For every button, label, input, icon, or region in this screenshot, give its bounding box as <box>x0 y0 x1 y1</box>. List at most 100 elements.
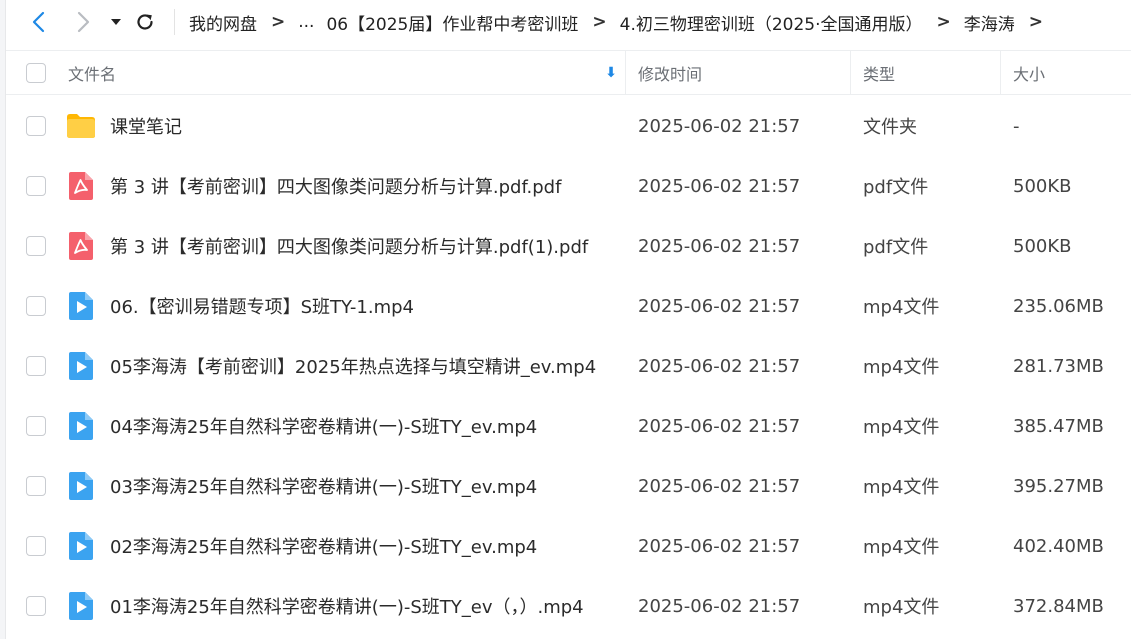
file-name[interactable]: 第 3 讲【考前密训】四大图像类问题分析与计算.pdf.pdf <box>110 173 561 199</box>
column-header-type[interactable]: 类型 <box>851 51 1001 94</box>
file-name[interactable]: 03李海涛25年自然科学密卷精讲(一)-S班TY_ev.mp4 <box>110 473 537 499</box>
column-header-name-label: 文件名 <box>68 64 117 84</box>
row-checkbox-cell <box>6 236 58 256</box>
row-checkbox[interactable] <box>26 176 46 196</box>
video-icon <box>64 349 98 383</box>
file-type: mp4文件 <box>863 537 940 558</box>
column-header-date[interactable]: 修改时间 <box>626 51 851 94</box>
breadcrumb-separator: > <box>936 12 951 32</box>
modified-date: 2025-06-02 21:57 <box>638 355 801 377</box>
file-name[interactable]: 第 3 讲【考前密训】四大图像类问题分析与计算.pdf(1).pdf <box>110 233 588 259</box>
file-size: 281.73MB <box>1013 355 1104 377</box>
modified-date: 2025-06-02 21:57 <box>638 295 801 317</box>
refresh-button[interactable] <box>130 2 160 42</box>
chevron-right-icon <box>77 11 90 33</box>
table-row[interactable]: 06.【密训易错题专项】S班TY-1.mp4 2025-06-02 21:57 mp… <box>6 276 1131 336</box>
chevron-left-icon <box>32 11 45 33</box>
file-name-cell: 03李海涛25年自然科学密卷精讲(一)-S班TY_ev.mp4 <box>58 469 626 503</box>
file-name[interactable]: 02李海涛25年自然科学密卷精讲(一)-S班TY_ev.mp4 <box>110 533 537 559</box>
row-checkbox[interactable] <box>26 296 46 316</box>
back-button[interactable] <box>18 2 58 42</box>
column-header-type-label: 类型 <box>863 64 896 84</box>
table-row[interactable]: 第 3 讲【考前密训】四大图像类问题分析与计算.pdf.pdf 2025-06-0… <box>6 156 1131 216</box>
modified-date: 2025-06-02 21:57 <box>638 475 801 497</box>
modified-date: 2025-06-02 21:57 <box>638 235 801 257</box>
file-name-cell: 02李海涛25年自然科学密卷精讲(一)-S班TY_ev.mp4 <box>58 529 626 563</box>
video-icon <box>64 529 98 563</box>
file-size: - <box>1013 115 1020 137</box>
toolbar: 我的网盘 > ... 06【2025届】作业帮中考密训班 > 4.初三物理密训班… <box>6 0 1131 44</box>
breadcrumb-item-course[interactable]: 06【2025届】作业帮中考密训班 <box>326 10 578 35</box>
breadcrumb-separator: > <box>271 12 286 32</box>
breadcrumb-item-ellipsis[interactable]: ... <box>298 12 314 32</box>
file-size: 500KB <box>1013 235 1072 257</box>
file-size: 402.40MB <box>1013 535 1104 557</box>
breadcrumb-separator: > <box>1028 12 1044 32</box>
file-name-cell: 第 3 讲【考前密训】四大图像类问题分析与计算.pdf(1).pdf <box>58 229 626 263</box>
select-all-checkbox[interactable] <box>26 62 46 83</box>
file-name-cell: 01李海涛25年自然科学密卷精讲(一)-S班TY_ev（，）.mp4 <box>58 589 626 623</box>
file-size: 500KB <box>1013 175 1072 197</box>
column-header-name[interactable]: 文件名 ⬇ <box>58 51 626 94</box>
file-name[interactable]: 课堂笔记 <box>110 113 182 139</box>
history-dropdown-button[interactable] <box>104 2 128 42</box>
table-row[interactable]: 03李海涛25年自然科学密卷精讲(一)-S班TY_ev.mp4 2025-06-0… <box>6 456 1131 516</box>
breadcrumb-item-class[interactable]: 4.初三物理密训班（2025·全国通用版） <box>620 10 923 35</box>
row-checkbox-cell <box>6 416 58 436</box>
table-header: 文件名 ⬇ 修改时间 类型 大小 <box>6 50 1131 95</box>
modified-date: 2025-06-02 21:57 <box>638 595 801 617</box>
file-name-cell: 课堂笔记 <box>58 109 626 143</box>
video-icon <box>64 409 98 443</box>
toolbar-divider <box>174 9 175 35</box>
file-size: 395.27MB <box>1013 475 1104 497</box>
pdf-icon <box>64 229 98 263</box>
file-type: mp4文件 <box>863 417 940 438</box>
video-icon <box>64 589 98 623</box>
file-name-cell: 05李海涛【考前密训】2025年热点选择与填空精讲_ev.mp4 <box>58 349 626 383</box>
row-checkbox[interactable] <box>26 476 46 496</box>
column-header-size-label: 大小 <box>1013 64 1046 84</box>
file-name[interactable]: 01李海涛25年自然科学密卷精讲(一)-S班TY_ev（，）.mp4 <box>110 593 584 619</box>
row-checkbox[interactable] <box>26 116 46 136</box>
table-row[interactable]: 02李海涛25年自然科学密卷精讲(一)-S班TY_ev.mp4 2025-06-0… <box>6 516 1131 576</box>
file-name[interactable]: 04李海涛25年自然科学密卷精讲(一)-S班TY_ev.mp4 <box>110 413 537 439</box>
row-checkbox[interactable] <box>26 356 46 376</box>
file-size: 385.47MB <box>1013 415 1104 437</box>
table-row[interactable]: 第 3 讲【考前密训】四大图像类问题分析与计算.pdf(1).pdf 2025-0… <box>6 216 1131 276</box>
row-checkbox[interactable] <box>26 536 46 556</box>
file-type: pdf文件 <box>863 237 929 258</box>
row-checkbox-cell <box>6 296 58 316</box>
refresh-icon <box>137 14 153 30</box>
file-type: mp4文件 <box>863 297 940 318</box>
breadcrumb-separator: > <box>592 12 607 32</box>
file-name[interactable]: 06.【密训易错题专项】S班TY-1.mp4 <box>110 293 414 319</box>
row-checkbox-cell <box>6 116 58 136</box>
file-name[interactable]: 05李海涛【考前密训】2025年热点选择与填空精讲_ev.mp4 <box>110 353 596 379</box>
breadcrumb-item-root[interactable]: 我的网盘 <box>189 10 257 35</box>
file-name-cell: 04李海涛25年自然科学密卷精讲(一)-S班TY_ev.mp4 <box>58 409 626 443</box>
pdf-icon <box>64 169 98 203</box>
row-checkbox[interactable] <box>26 236 46 256</box>
file-list: 课堂笔记 2025-06-02 21:57 文件夹 - 第 3 讲【考前密训】四大图像… <box>6 96 1131 636</box>
row-checkbox-cell <box>6 356 58 376</box>
row-checkbox-cell <box>6 536 58 556</box>
table-row[interactable]: 课堂笔记 2025-06-02 21:57 文件夹 - <box>6 96 1131 156</box>
forward-button[interactable] <box>64 2 104 42</box>
file-type: pdf文件 <box>863 177 929 198</box>
modified-date: 2025-06-02 21:57 <box>638 415 801 437</box>
folder-icon <box>64 109 98 143</box>
row-checkbox[interactable] <box>26 596 46 616</box>
row-checkbox-cell <box>6 596 58 616</box>
caret-down-icon <box>111 19 121 25</box>
breadcrumb: 我的网盘 > ... 06【2025届】作业帮中考密训班 > 4.初三物理密训班… <box>189 10 1056 35</box>
breadcrumb-item-current[interactable]: 李海涛 <box>964 10 1015 35</box>
file-name-cell: 06.【密训易错题专项】S班TY-1.mp4 <box>58 289 626 323</box>
table-row[interactable]: 04李海涛25年自然科学密卷精讲(一)-S班TY_ev.mp4 2025-06-0… <box>6 396 1131 456</box>
row-checkbox-cell <box>6 476 58 496</box>
header-checkbox-cell <box>6 51 58 94</box>
column-header-size[interactable]: 大小 <box>1001 51 1131 94</box>
table-row[interactable]: 01李海涛25年自然科学密卷精讲(一)-S班TY_ev（，）.mp4 2025-0… <box>6 576 1131 636</box>
table-row[interactable]: 05李海涛【考前密训】2025年热点选择与填空精讲_ev.mp4 2025-06-… <box>6 336 1131 396</box>
file-type: mp4文件 <box>863 357 940 378</box>
row-checkbox[interactable] <box>26 416 46 436</box>
